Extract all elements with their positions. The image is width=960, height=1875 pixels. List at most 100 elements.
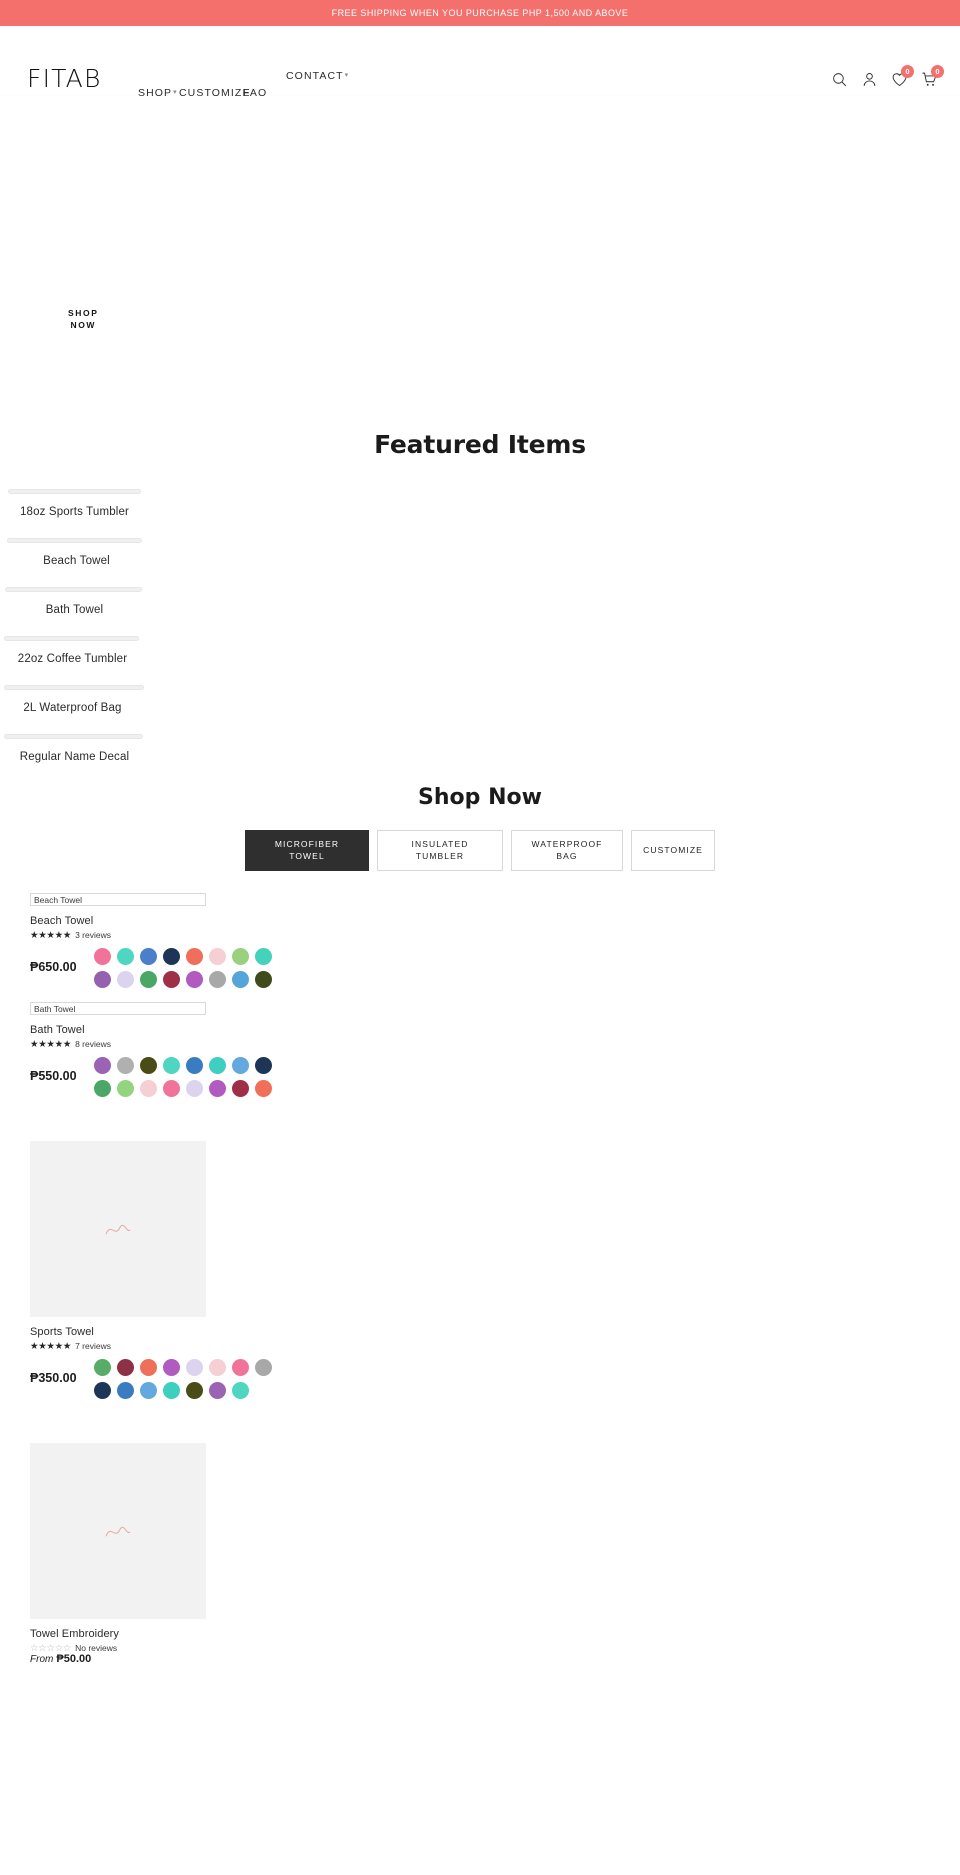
color-swatch[interactable] bbox=[94, 948, 111, 966]
color-swatch[interactable] bbox=[163, 971, 180, 989]
color-swatch[interactable] bbox=[140, 1080, 157, 1098]
color-swatch[interactable] bbox=[94, 971, 111, 989]
swatch-row bbox=[94, 1080, 272, 1098]
product-title[interactable]: Towel Embroidery bbox=[30, 1628, 960, 1640]
product-image-placeholder bbox=[30, 1443, 206, 1620]
color-swatch[interactable] bbox=[94, 1057, 111, 1075]
color-swatch[interactable] bbox=[117, 1382, 134, 1400]
color-swatch[interactable] bbox=[209, 948, 226, 966]
search-icon[interactable] bbox=[831, 71, 848, 88]
featured-item[interactable]: 22oz Coffee Tumbler bbox=[4, 636, 270, 665]
color-swatch[interactable] bbox=[255, 1359, 272, 1377]
review-count: 3 reviews bbox=[75, 930, 111, 941]
wishlist-count-badge: 0 bbox=[901, 65, 914, 78]
color-swatch[interactable] bbox=[94, 1080, 111, 1098]
color-swatch[interactable] bbox=[94, 1382, 111, 1400]
color-swatch[interactable] bbox=[117, 948, 134, 966]
tab-customize[interactable]: CUSTOMIZE bbox=[631, 830, 715, 872]
color-swatch[interactable] bbox=[232, 971, 249, 989]
product-title[interactable]: Bath Towel bbox=[30, 1024, 960, 1036]
featured-item[interactable]: 2L Waterproof Bag bbox=[4, 685, 270, 714]
review-count: No reviews bbox=[75, 1643, 118, 1654]
product-price: ₱650.00 bbox=[30, 960, 77, 975]
color-swatch[interactable] bbox=[209, 1359, 226, 1377]
color-swatch[interactable] bbox=[163, 1080, 180, 1098]
product-rating: ☆☆☆☆☆ No reviews bbox=[30, 1643, 960, 1653]
featured-item[interactable]: Beach Towel bbox=[4, 538, 270, 567]
color-swatch[interactable] bbox=[209, 1057, 226, 1075]
color-swatch[interactable] bbox=[163, 1359, 180, 1377]
swatch-row bbox=[94, 1359, 272, 1377]
featured-item[interactable]: Regular Name Decal bbox=[4, 734, 270, 763]
product-image-alt-text: Beach Towel bbox=[30, 893, 206, 907]
product-rating: ★★★★★ 3 reviews bbox=[30, 930, 960, 940]
featured-item-image-placeholder bbox=[4, 734, 143, 739]
color-swatch[interactable] bbox=[163, 948, 180, 966]
site-logo[interactable]: FITAB bbox=[27, 66, 102, 91]
cart-icon[interactable]: 0 bbox=[921, 65, 944, 88]
color-swatch[interactable] bbox=[140, 1359, 157, 1377]
color-swatch[interactable] bbox=[186, 948, 203, 966]
color-swatch[interactable] bbox=[186, 1382, 203, 1400]
featured-item-image-placeholder bbox=[7, 538, 142, 543]
star-rating-icon: ☆☆☆☆☆ bbox=[30, 1642, 72, 1654]
color-swatch[interactable] bbox=[163, 1057, 180, 1075]
color-swatch[interactable] bbox=[186, 1359, 203, 1377]
wishlist-heart-icon[interactable]: 0 bbox=[891, 65, 914, 88]
product-title[interactable]: Beach Towel bbox=[30, 915, 960, 927]
color-swatch[interactable] bbox=[255, 1057, 272, 1075]
color-swatch[interactable] bbox=[163, 1382, 180, 1400]
color-swatch[interactable] bbox=[232, 1382, 249, 1400]
nav-item-contact[interactable]: CONTACT▾ bbox=[286, 66, 348, 84]
color-swatch[interactable] bbox=[209, 971, 226, 989]
price-prefix: From bbox=[30, 1654, 54, 1666]
chevron-down-icon: ▾ bbox=[344, 71, 349, 79]
category-tab-group: MICROFIBER TOWEL INSULATED TUMBLER WATER… bbox=[0, 830, 960, 872]
cart-count-badge: 0 bbox=[931, 65, 944, 78]
featured-item[interactable]: Bath Towel bbox=[4, 587, 270, 616]
color-swatch[interactable] bbox=[209, 1080, 226, 1098]
color-swatch[interactable] bbox=[255, 1080, 272, 1098]
color-swatch[interactable] bbox=[186, 1080, 203, 1098]
color-swatch[interactable] bbox=[117, 1359, 134, 1377]
color-swatch[interactable] bbox=[117, 1057, 134, 1075]
color-swatch[interactable] bbox=[232, 1080, 249, 1098]
color-swatch[interactable] bbox=[117, 971, 134, 989]
product-card[interactable]: Beach Towel Beach Towel ★★★★★ 3 reviews … bbox=[30, 893, 960, 989]
color-swatch[interactable] bbox=[140, 1057, 157, 1075]
color-swatch[interactable] bbox=[232, 1359, 249, 1377]
broken-image-icon bbox=[105, 1527, 131, 1537]
color-swatch[interactable] bbox=[140, 1382, 157, 1400]
product-card[interactable]: Bath Towel Bath Towel ★★★★★ 8 reviews ₱5… bbox=[30, 1002, 960, 1098]
product-card[interactable]: Sports Towel ★★★★★ 7 reviews ₱350.00 bbox=[30, 1141, 960, 1400]
review-count: 7 reviews bbox=[75, 1341, 111, 1352]
announcement-text: FREE SHIPPING WHEN YOU PURCHASE PHP 1,50… bbox=[331, 8, 629, 18]
color-swatch[interactable] bbox=[186, 971, 203, 989]
featured-item-label: 18oz Sports Tumbler bbox=[20, 506, 129, 518]
swatch-row bbox=[94, 1382, 272, 1400]
color-swatch[interactable] bbox=[209, 1382, 226, 1400]
featured-item[interactable]: 18oz Sports Tumbler bbox=[4, 489, 270, 518]
color-swatch[interactable] bbox=[94, 1359, 111, 1377]
color-swatch[interactable] bbox=[255, 948, 272, 966]
color-swatch-group bbox=[94, 946, 272, 989]
account-icon[interactable] bbox=[861, 71, 878, 88]
color-swatch[interactable] bbox=[140, 971, 157, 989]
chevron-down-icon: ▾ bbox=[173, 88, 177, 96]
color-swatch[interactable] bbox=[255, 971, 272, 989]
site-header: FITAB SHOP▾ CUSTOMIZE FAQ CONTACT▾ ... 0… bbox=[0, 26, 960, 112]
color-swatch[interactable] bbox=[186, 1057, 203, 1075]
product-price: ₱350.00 bbox=[30, 1371, 77, 1386]
product-grid: Beach Towel Beach Towel ★★★★★ 3 reviews … bbox=[0, 893, 960, 1665]
tab-insulated-tumbler[interactable]: INSULATED TUMBLER bbox=[377, 830, 503, 872]
hero-shop-now-button[interactable]: SHOP NOW bbox=[68, 307, 99, 332]
product-title[interactable]: Sports Towel bbox=[30, 1326, 960, 1338]
product-card[interactable]: Towel Embroidery ☆☆☆☆☆ No reviews From ₱… bbox=[30, 1443, 960, 1665]
color-swatch[interactable] bbox=[117, 1080, 134, 1098]
color-swatch[interactable] bbox=[232, 948, 249, 966]
color-swatch[interactable] bbox=[140, 948, 157, 966]
tab-waterproof-bag[interactable]: WATERPROOF BAG bbox=[511, 830, 623, 872]
tab-microfiber-towel[interactable]: MICROFIBER TOWEL bbox=[245, 830, 369, 872]
swatch-row bbox=[94, 948, 272, 966]
color-swatch[interactable] bbox=[232, 1057, 249, 1075]
